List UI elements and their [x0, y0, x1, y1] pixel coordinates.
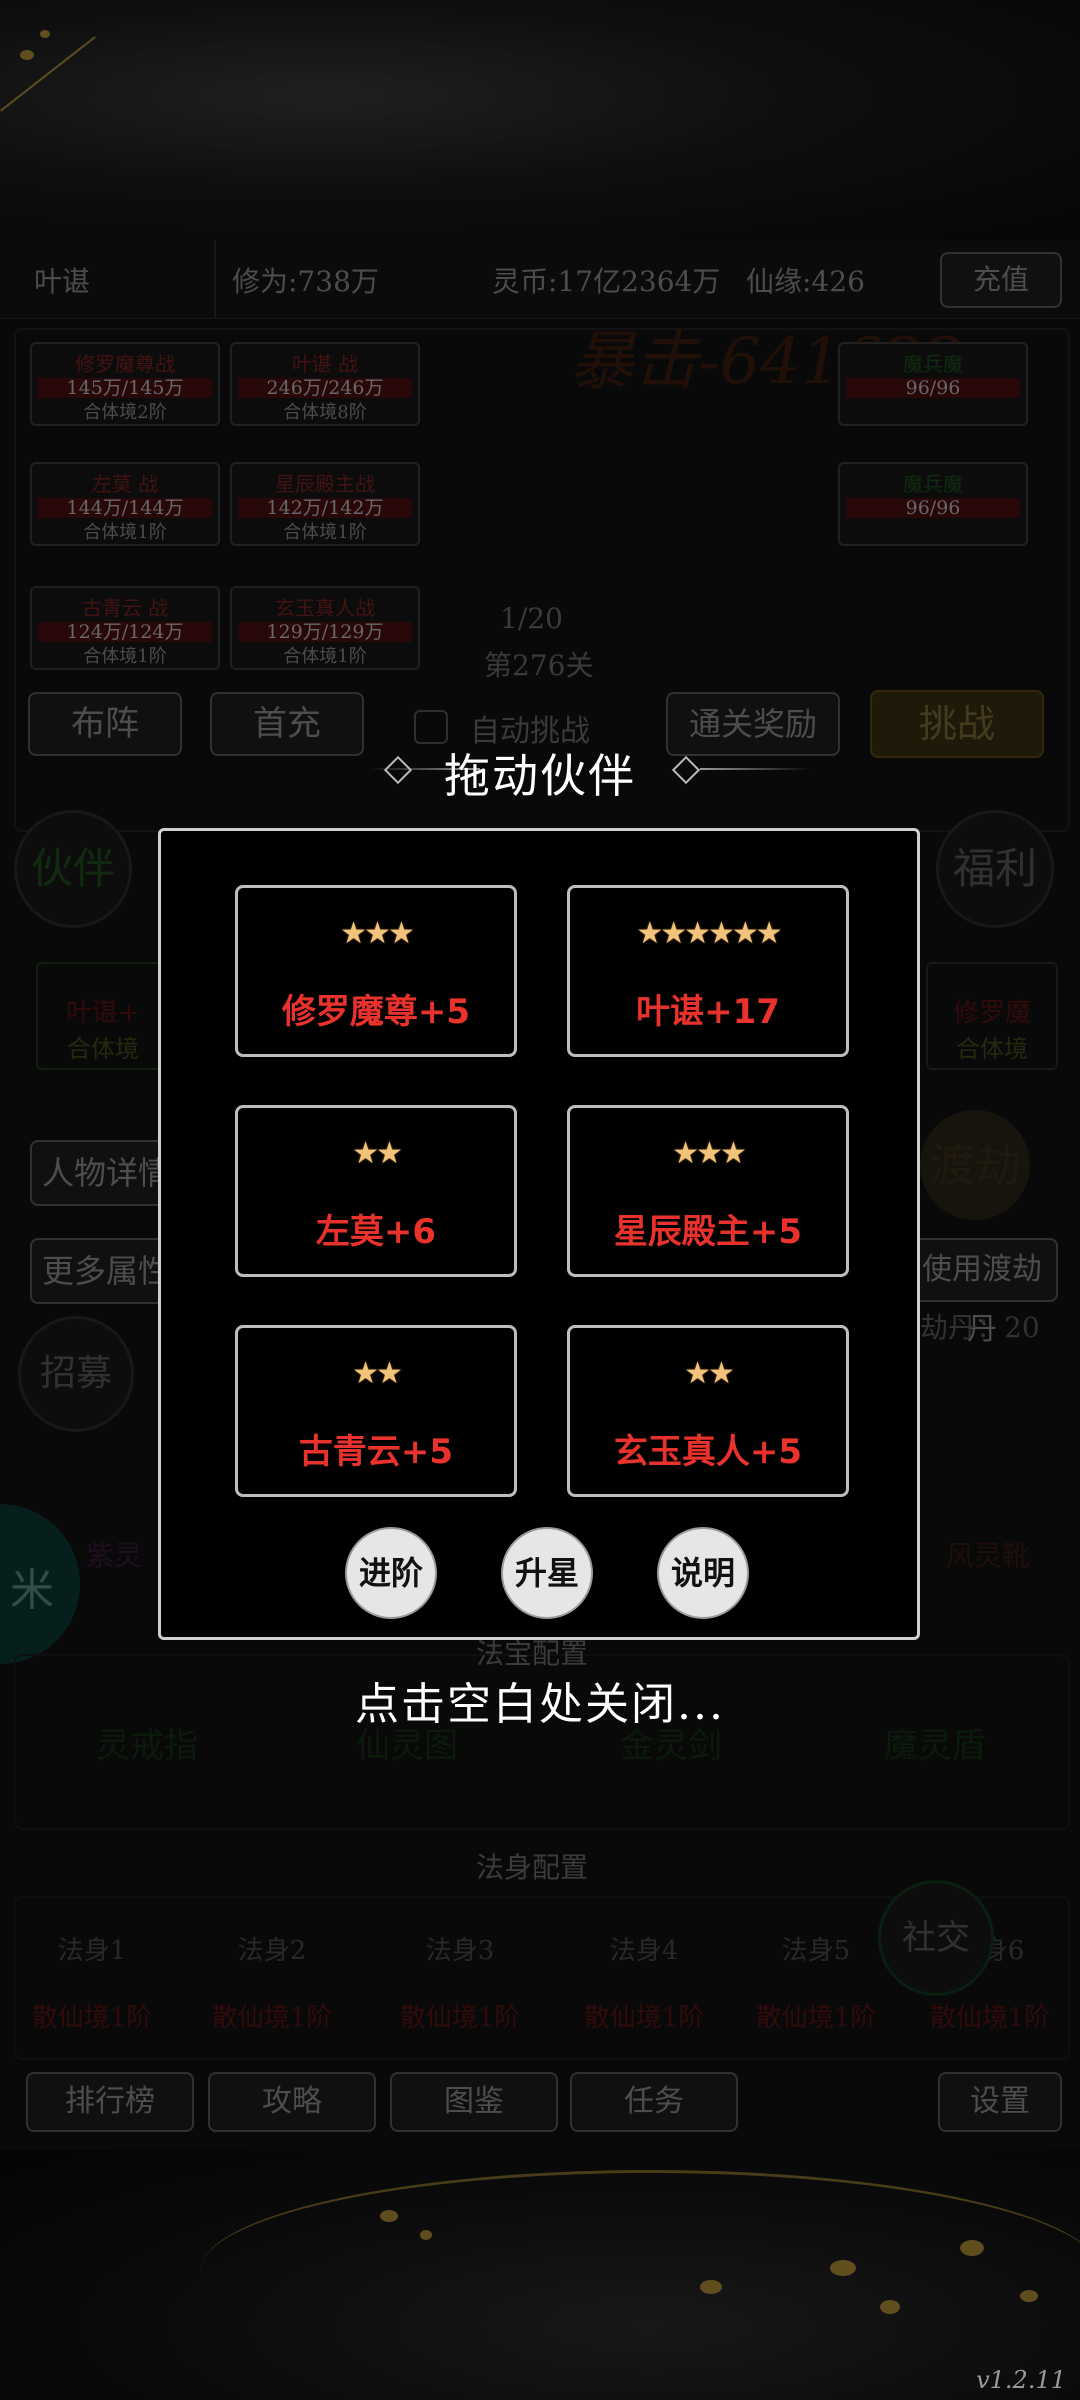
star-up-button[interactable]: 升星 [501, 1527, 593, 1619]
partner-slot[interactable]: ★★ 古青云+5 [235, 1325, 517, 1497]
partner-name: 叶谌+17 [636, 992, 780, 1032]
partner-slot[interactable]: ★★★ 星辰殿主+5 [567, 1105, 849, 1277]
partner-name: 星辰殿主+5 [613, 1212, 803, 1252]
partner-name: 修罗魔尊+5 [281, 992, 471, 1032]
star-rating: ★★ [684, 1356, 735, 1391]
partner-slot[interactable]: ★★★★★★ 叶谌+17 [567, 885, 849, 1057]
partner-slot[interactable]: ★★★ 修罗魔尊+5 [235, 885, 517, 1057]
partner-name: 左莫+6 [315, 1212, 437, 1252]
drag-partner-dialog: ★★★ 修罗魔尊+5 ★★★★★★ 叶谌+17 ★★ 左莫+6 ★★★ 星辰殿主… [158, 828, 920, 1640]
partner-name: 古青云+5 [298, 1432, 454, 1472]
modal-title: 拖动伙伴 [444, 749, 636, 803]
info-button[interactable]: 说明 [657, 1527, 749, 1619]
advance-button[interactable]: 进阶 [345, 1527, 437, 1619]
star-rating: ★★★ [340, 916, 415, 951]
partner-slot[interactable]: ★★ 左莫+6 [235, 1105, 517, 1277]
star-rating: ★★★ [672, 1136, 747, 1171]
partner-name: 玄玉真人+5 [613, 1432, 803, 1472]
close-hint: 点击空白处关闭... [355, 1679, 725, 1730]
version-label: v1.2.11 [976, 2366, 1066, 2394]
star-rating: ★★ [352, 1136, 403, 1171]
partner-slot[interactable]: ★★ 玄玉真人+5 [567, 1325, 849, 1497]
star-rating: ★★ [352, 1356, 403, 1391]
star-rating: ★★★★★★ [636, 916, 782, 951]
